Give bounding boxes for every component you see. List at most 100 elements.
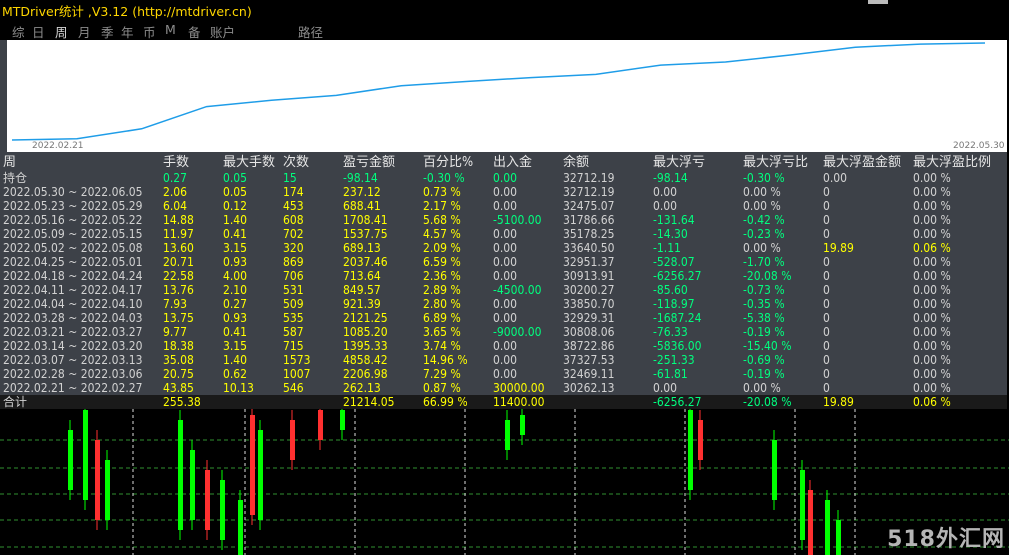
tab-0[interactable]: 综 xyxy=(12,22,25,41)
cell-max-float-profit: 0 xyxy=(823,353,830,367)
cell-pnl: 2121.25 xyxy=(343,311,388,325)
cell-pct: 3.74 % xyxy=(423,339,461,353)
cell-pct: 6.59 % xyxy=(423,255,461,269)
cell-period: 2022.02.21 ~ 2022.02.27 xyxy=(3,381,143,395)
table-row: 2022.05.23 ~ 2022.05.29 6.04 0.12 453 688.41… xyxy=(0,199,1007,213)
cell-lots: 20.75 xyxy=(163,367,194,381)
cell-max-float-loss: -85.60 xyxy=(653,283,688,297)
table-row: 2022.05.30 ~ 2022.06.05 2.06 0.05 174 237.12… xyxy=(0,185,1007,199)
cell-lots: 2.06 xyxy=(163,185,188,199)
cell-max-float-loss: -98.14 xyxy=(653,171,688,185)
cell-flow: 30000.00 xyxy=(493,381,545,395)
cell-max-float-profit-pct: 0.00 % xyxy=(913,325,951,339)
tab-2[interactable]: 周 xyxy=(55,22,68,41)
cell-max-float-loss-pct: -0.23 % xyxy=(743,227,785,241)
cell-max-float-profit-pct: 0.00 % xyxy=(913,255,951,269)
cell-period: 2022.05.30 ~ 2022.06.05 xyxy=(3,185,143,199)
tab-1[interactable]: 日 xyxy=(32,22,45,41)
cell-balance: 33640.50 xyxy=(563,241,615,255)
table-row: 2022.04.25 ~ 2022.05.01 20.71 0.93 869 2037.… xyxy=(0,255,1007,269)
tab-10[interactable]: 路径 xyxy=(298,22,323,41)
cell-lots: 7.93 xyxy=(163,297,188,311)
candle-body xyxy=(95,440,100,520)
cell-pct: 3.65 % xyxy=(423,325,461,339)
cell-pct: 5.68 % xyxy=(423,213,461,227)
cell-max-float-loss: 0.00 xyxy=(653,199,678,213)
cell-max-float-loss-pct: 0.00 % xyxy=(743,199,781,213)
cell-count: 706 xyxy=(283,269,304,283)
table-row: 2022.05.16 ~ 2022.05.22 14.88 1.40 608 1708.… xyxy=(0,213,1007,227)
cell-flow: 0.00 xyxy=(493,311,518,325)
cell-max-float-loss: -1687.24 xyxy=(653,311,702,325)
cell-max-float-profit-pct: 0.00 % xyxy=(913,213,951,227)
cell-balance: 30913.91 xyxy=(563,269,615,283)
cell-period: 2022.05.09 ~ 2022.05.15 xyxy=(3,227,143,241)
candle-body xyxy=(520,415,525,435)
column-header: 盈亏金额 xyxy=(343,155,396,170)
tab-9[interactable]: 账户 xyxy=(210,22,235,41)
cell-flow: 11400.00 xyxy=(493,395,545,409)
cell-max-float-loss: -76.33 xyxy=(653,325,688,339)
column-header: 次数 xyxy=(283,155,310,170)
cell-max-float-loss-pct: -0.19 % xyxy=(743,367,785,381)
cell-balance: 32712.19 xyxy=(563,185,615,199)
cell-max-float-profit-pct: 0.06 % xyxy=(913,241,951,255)
cell-max-float-loss-pct: -15.40 % xyxy=(743,339,792,353)
table-row: 2022.03.28 ~ 2022.04.03 13.75 0.93 535 2121.… xyxy=(0,311,1007,325)
tab-8[interactable]: 备 xyxy=(188,22,201,41)
cell-max-lots: 1.40 xyxy=(223,213,248,227)
cell-max-lots: 4.00 xyxy=(223,269,248,283)
cell-max-float-loss-pct: -0.35 % xyxy=(743,297,785,311)
cell-pnl: -98.14 xyxy=(343,171,378,185)
cell-pct: 2.36 % xyxy=(423,269,461,283)
cell-lots: 0.27 xyxy=(163,171,188,185)
cell-lots: 13.76 xyxy=(163,283,194,297)
candle-body xyxy=(258,430,263,520)
cell-pnl: 21214.05 xyxy=(343,395,395,409)
column-header: 出入金 xyxy=(493,155,533,170)
cell-max-float-profit-pct: 0.00 % xyxy=(913,171,951,185)
cell-max-float-profit: 19.89 xyxy=(823,395,854,409)
tab-6[interactable]: 币 xyxy=(143,22,156,41)
cell-count: 587 xyxy=(283,325,304,339)
cell-max-float-profit: 0 xyxy=(823,283,830,297)
cell-lots: 20.71 xyxy=(163,255,194,269)
cell-max-float-profit-pct: 0.00 % xyxy=(913,311,951,325)
scroll-marker xyxy=(868,0,888,4)
tab-7[interactable]: M xyxy=(165,22,176,37)
cell-count: 453 xyxy=(283,199,304,213)
cell-max-float-loss: -14.30 xyxy=(653,227,688,241)
cell-max-lots: 0.05 xyxy=(223,185,248,199)
cell-max-float-profit-pct: 0.00 % xyxy=(913,353,951,367)
cell-max-float-profit: 0 xyxy=(823,269,830,283)
cell-max-lots: 0.41 xyxy=(223,227,248,241)
cell-max-float-loss-pct: -1.70 % xyxy=(743,255,785,269)
cell-max-float-profit: 0.00 xyxy=(823,171,848,185)
cell-pct: 2.80 % xyxy=(423,297,461,311)
cell-count: 702 xyxy=(283,227,304,241)
cell-max-float-profit: 0 xyxy=(823,199,830,213)
tab-5[interactable]: 年 xyxy=(121,22,134,41)
tab-3[interactable]: 月 xyxy=(78,22,91,41)
cell-pnl: 1708.41 xyxy=(343,213,388,227)
cell-balance: 30200.27 xyxy=(563,283,615,297)
cell-flow: 0.00 xyxy=(493,367,518,381)
cell-max-float-loss: 0.00 xyxy=(653,185,678,199)
candle-body xyxy=(83,410,88,500)
cell-max-float-profit: 0 xyxy=(823,339,830,353)
period-tabs: 综日周月季年币 M 备账户 路径 xyxy=(0,21,1009,40)
cell-max-float-profit-pct: 0.00 % xyxy=(913,367,951,381)
cell-pct: 14.96 % xyxy=(423,353,468,367)
cell-count: 320 xyxy=(283,241,304,255)
cell-pct: 0.87 % xyxy=(423,381,461,395)
balance-curve-box: 2022.02.21 2022.05.30 xyxy=(7,40,1007,152)
balance-curve xyxy=(11,42,986,141)
cell-lots: 22.58 xyxy=(163,269,194,283)
tab-4[interactable]: 季 xyxy=(101,22,114,41)
candle-body xyxy=(318,410,323,440)
cell-lots: 11.97 xyxy=(163,227,194,241)
cell-max-lots: 3.15 xyxy=(223,241,248,255)
candle-body xyxy=(800,470,805,540)
table-row: 2022.04.11 ~ 2022.04.17 13.76 2.10 531 849.5… xyxy=(0,283,1007,297)
cell-max-float-loss: -6256.27 xyxy=(653,269,702,283)
